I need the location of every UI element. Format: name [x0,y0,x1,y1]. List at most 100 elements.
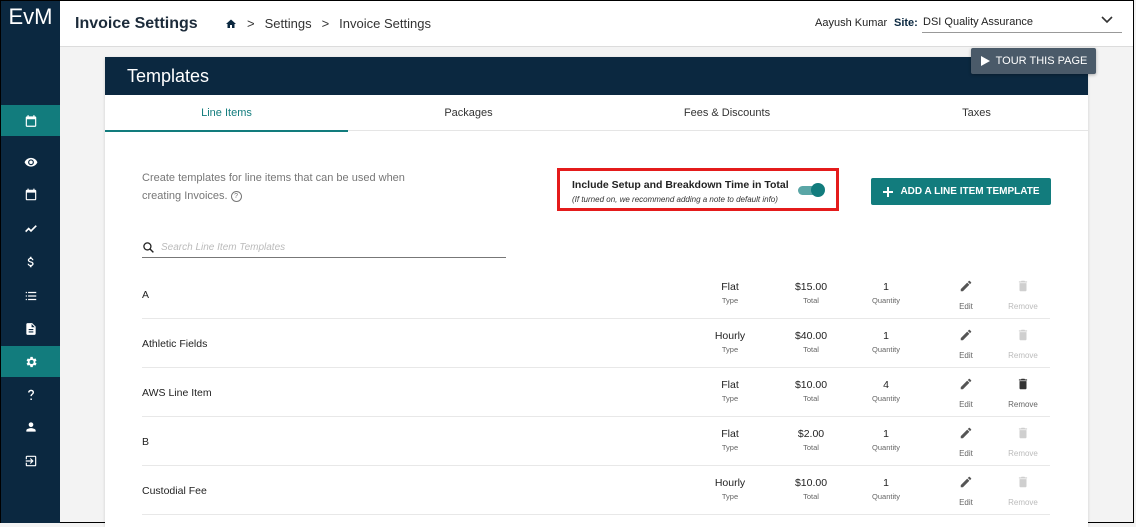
remove-label: Remove [1008,498,1038,507]
table-row[interactable]: B Flat Type $2.00 Total 1 Quantity Edit Rem… [142,417,1050,466]
edit-label: Edit [959,302,973,311]
total-label: Total [803,394,819,403]
site-label: Site: [894,17,918,29]
quantity-value: 1 [883,281,889,293]
page-title: Invoice Settings [75,15,198,32]
top-bar: Invoice Settings > Settings > Invoice Se… [60,1,1133,47]
type-value: Flat [721,281,739,293]
tab-packages[interactable]: Packages [348,95,589,131]
quantity-label: Quantity [872,443,900,452]
tab-taxes[interactable]: Taxes [865,95,1088,131]
calendar-today-icon [25,114,36,127]
home-icon[interactable] [225,18,237,30]
quantity-label: Quantity [872,492,900,501]
edit-label: Edit [959,400,973,409]
type-value: Hourly [714,477,746,489]
list-icon [25,291,36,300]
type-cell: Hourly Type [690,330,770,354]
remove-button[interactable]: Remove [998,377,1048,409]
breadcrumb-settings[interactable]: Settings [265,16,312,31]
help-circle-icon[interactable]: ? [230,190,242,202]
total-cell: $10.00 Total [771,477,851,501]
dollar-icon [27,256,34,267]
edit-button[interactable]: Edit [941,328,991,360]
type-cell: Flat Type [690,428,770,452]
user-name[interactable]: Aayush Kumar [815,17,887,29]
breadcrumb: > Settings > Invoice Settings [225,16,431,31]
user-icon [25,421,36,432]
quantity-label: Quantity [872,345,900,354]
sidebar-item-settings[interactable] [1,346,60,377]
breadcrumb-separator: > [321,16,330,31]
total-label: Total [803,296,819,305]
total-value: $10.00 [794,477,828,489]
app-logo[interactable]: EvM [1,1,60,45]
edit-button[interactable]: Edit [941,279,991,311]
total-cell: $40.00 Total [771,330,851,354]
site-select[interactable]: DSI Quality Assurance [922,11,1122,33]
add-line-item-template-button[interactable]: ADD A LINE ITEM TEMPLATE [871,178,1051,205]
pencil-icon [960,476,972,488]
templates-card: Templates Line Items Packages Fees & Dis… [105,57,1088,527]
remove-button[interactable]: Remove [998,328,1048,360]
toggle-knob [811,183,825,197]
search-icon [143,241,154,253]
edit-button[interactable]: Edit [941,377,991,409]
breadcrumb-separator: > [247,16,255,31]
quantity-cell: 4 Quantity [846,379,926,403]
sidebar-item-billing[interactable] [1,246,60,277]
edit-label: Edit [959,498,973,507]
total-value: $10.00 [794,379,828,391]
pencil-icon [960,329,972,341]
tab-bar: Line Items Packages Fees & Discounts Tax… [105,95,1088,132]
table-row[interactable]: AWS Line Item Flat Type $10.00 Total 4 Quan… [142,368,1050,417]
type-cell: Hourly Type [690,477,770,501]
add-button-label: ADD A LINE ITEM TEMPLATE [900,186,1040,197]
remove-button[interactable]: Remove [998,475,1048,507]
total-value: $40.00 [794,330,828,342]
sidebar-item-reports[interactable] [1,212,60,243]
sidebar-item-logout[interactable] [1,445,60,476]
remove-label: Remove [1008,449,1038,458]
remove-button[interactable]: Remove [998,279,1048,311]
setup-breakdown-toggle-box: Include Setup and Breakdown Time in Tota… [557,168,839,211]
sidebar-item-calendar[interactable] [1,179,60,210]
edit-button[interactable]: Edit [941,426,991,458]
edit-button[interactable]: Edit [941,475,991,507]
gear-icon [26,356,37,367]
sidebar-item-views[interactable] [1,146,60,177]
row-name: B [142,436,150,448]
row-name: AWS Line Item [142,387,212,399]
tab-line-items[interactable]: Line Items [105,95,348,132]
remove-label: Remove [1008,351,1038,360]
quantity-cell: 1 Quantity [846,477,926,501]
sidebar-item-documents[interactable] [1,313,60,344]
table-row[interactable]: Athletic Fields Hourly Type $40.00 Total 1… [142,319,1050,368]
type-label: Type [721,394,739,403]
sidebar-item-calendar-today[interactable] [1,105,60,136]
quantity-label: Quantity [872,394,900,403]
description-text: Create templates for line items that can… [142,172,405,202]
quantity-label: Quantity [872,296,900,305]
type-cell: Flat Type [690,281,770,305]
sidebar-item-profile[interactable] [1,411,60,442]
trash-icon [1018,378,1028,390]
table-row[interactable]: A Flat Type $15.00 Total 1 Quantity Edit Re… [142,270,1050,319]
tab-fees-discounts[interactable]: Fees & Discounts [589,95,865,131]
setup-breakdown-toggle[interactable] [798,183,825,197]
total-value: $2.00 [797,428,825,440]
total-cell: $10.00 Total [771,379,851,403]
remove-button[interactable]: Remove [998,426,1048,458]
chevron-down-icon[interactable] [1101,15,1113,25]
sidebar-item-help[interactable] [1,379,60,410]
table-row[interactable]: Custodial Fee Hourly Type $10.00 Total 1 Qu… [142,466,1050,515]
toggle-title: Include Setup and Breakdown Time in Tota… [572,179,789,191]
tour-this-page-button[interactable]: TOUR THIS PAGE [971,48,1096,74]
search-input[interactable] [161,241,491,253]
help-icon [27,389,34,400]
eye-icon [24,157,37,167]
edit-label: Edit [959,351,973,360]
sidebar-item-lists[interactable] [1,280,60,311]
quantity-cell: 1 Quantity [846,428,926,452]
tour-button-label: TOUR THIS PAGE [995,55,1088,67]
